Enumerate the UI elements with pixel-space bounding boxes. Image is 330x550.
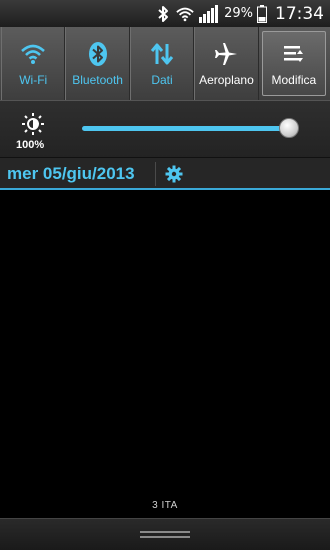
quick-settings-bar: Wi-Fi Bluetooth Dati Aeroplano Modifica — [0, 27, 330, 100]
bluetooth-icon — [85, 41, 111, 67]
toggle-airplane[interactable]: Aeroplano — [194, 27, 259, 100]
panel-handle[interactable] — [0, 518, 330, 550]
signal-icon — [198, 4, 220, 23]
edit-toggles-icon — [281, 41, 307, 67]
data-arrows-icon — [149, 41, 175, 67]
date-row: mer 05/giu/2013 — [0, 158, 330, 190]
brightness-row: 100% — [0, 100, 330, 158]
brightness-percent: 100% — [16, 139, 45, 151]
gear-icon[interactable] — [165, 165, 183, 183]
carrier-label: 3 ITA — [152, 500, 178, 511]
date-label[interactable]: mer 05/giu/2013 — [7, 164, 135, 184]
toggle-edit[interactable]: Modifica — [261, 31, 327, 96]
toggle-edit-label: Modifica — [271, 72, 317, 87]
wifi-icon — [176, 5, 194, 23]
clock: 17:34 — [275, 3, 324, 24]
toggle-data[interactable]: Dati — [129, 27, 195, 100]
brightness-icon[interactable] — [22, 113, 44, 135]
notification-area — [0, 192, 330, 518]
toggle-bluetooth[interactable]: Bluetooth — [65, 27, 130, 100]
battery-percent: 29% — [224, 6, 253, 21]
status-bar: 29% 17:34 — [0, 0, 330, 27]
brightness-slider-track[interactable] — [82, 126, 288, 131]
battery-icon — [257, 4, 267, 23]
airplane-icon — [213, 41, 239, 67]
toggle-airplane-label: Aeroplano — [199, 72, 254, 87]
bluetooth-icon — [154, 5, 172, 23]
drag-handle-icon[interactable] — [140, 531, 190, 539]
toggle-wifi[interactable]: Wi-Fi — [1, 27, 66, 100]
toggle-data-label: Dati — [151, 72, 173, 87]
toggle-bluetooth-label: Bluetooth — [72, 72, 123, 87]
wifi-icon — [20, 41, 46, 67]
toggle-wifi-label: Wi-Fi — [19, 72, 48, 87]
divider — [155, 162, 156, 186]
brightness-slider-thumb[interactable] — [279, 118, 299, 138]
